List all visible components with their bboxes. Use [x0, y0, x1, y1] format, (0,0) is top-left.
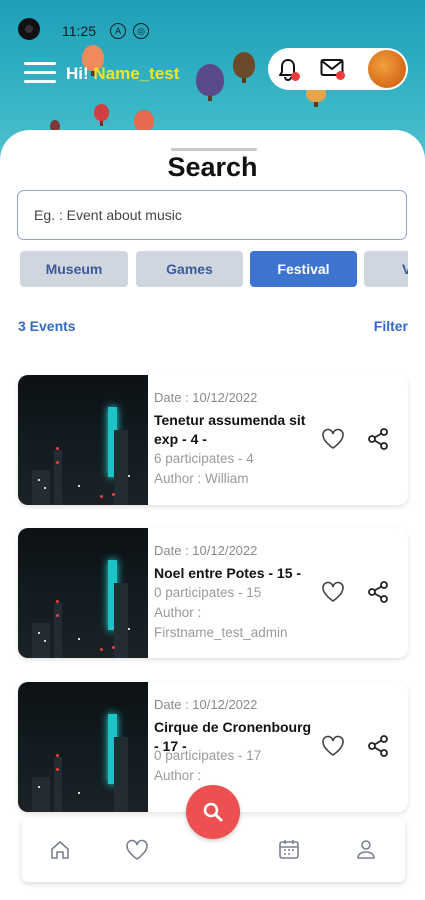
chip-partial[interactable]: V	[364, 251, 408, 287]
event-thumbnail	[18, 375, 148, 505]
avatar[interactable]	[368, 50, 406, 88]
event-date: Date : 10/12/2022	[154, 697, 258, 712]
share-icon[interactable]	[366, 427, 390, 456]
greeting-prefix: Hi!	[66, 64, 89, 83]
user-icon[interactable]	[355, 838, 377, 865]
category-chips: Museum Games Festival V	[20, 251, 408, 289]
search-fab-button[interactable]	[186, 785, 240, 839]
event-thumbnail	[18, 682, 148, 812]
event-author: Author : Firstname_test_admin	[154, 605, 288, 640]
search-icon	[201, 800, 225, 829]
event-author: Author : William	[154, 471, 249, 486]
greeting: Hi! Name_test	[66, 64, 179, 84]
share-icon[interactable]	[366, 580, 390, 609]
results-count: 3 Events	[18, 318, 76, 334]
event-thumbnail	[18, 528, 148, 658]
event-title: Noel entre Potes - 15 -	[154, 565, 302, 581]
event-participants: 0 participates - 17	[154, 748, 262, 763]
bell-icon[interactable]	[277, 58, 300, 87]
mail-icon[interactable]	[320, 58, 345, 83]
sheet-handle[interactable]	[171, 148, 257, 151]
event-title: Tenetur assumenda sit exp - 4 -	[154, 412, 306, 447]
header-actions	[268, 48, 408, 90]
event-card[interactable]: Date : 10/12/2022 Tenetur assumenda sit …	[18, 375, 408, 505]
event-date: Date : 10/12/2022	[154, 543, 258, 558]
share-icon[interactable]	[366, 734, 390, 763]
heart-icon[interactable]	[320, 734, 346, 763]
event-participants: 6 participates - 4	[154, 451, 254, 466]
chip-museum[interactable]: Museum	[20, 251, 128, 287]
search-input[interactable]	[17, 190, 407, 240]
event-participants: 0 participates - 15	[154, 585, 262, 600]
balloon-decoration	[196, 64, 224, 101]
event-author: Author :	[154, 768, 202, 783]
chip-games[interactable]: Games	[136, 251, 243, 287]
a-icon: A	[110, 23, 126, 39]
balloon-decoration	[134, 110, 154, 137]
page-title: Search	[167, 152, 258, 182]
status-bar: 11:25 A ◎	[0, 0, 425, 40]
message-badge	[336, 71, 345, 80]
event-card[interactable]: Date : 10/12/2022 Noel entre Potes - 15 …	[18, 528, 408, 658]
username: Name_test	[93, 64, 180, 83]
heart-icon[interactable]	[124, 838, 150, 867]
home-icon[interactable]	[49, 839, 71, 866]
menu-icon[interactable]	[24, 62, 56, 84]
heart-icon[interactable]	[320, 427, 346, 456]
heart-icon[interactable]	[320, 580, 346, 609]
notification-badge	[291, 72, 300, 81]
circle-icon: ◎	[133, 23, 149, 39]
chip-festival[interactable]: Festival	[250, 251, 357, 287]
filter-button[interactable]: Filter	[374, 318, 408, 334]
balloon-decoration	[94, 104, 109, 126]
status-time: 11:25	[62, 23, 96, 39]
app-screen: 11:25 A ◎ Hi! Name_test Search Museum Ga…	[0, 0, 425, 900]
event-date: Date : 10/12/2022	[154, 390, 258, 405]
camera-cutout	[18, 18, 40, 40]
balloon-decoration	[233, 52, 255, 83]
calendar-icon[interactable]	[278, 838, 300, 865]
